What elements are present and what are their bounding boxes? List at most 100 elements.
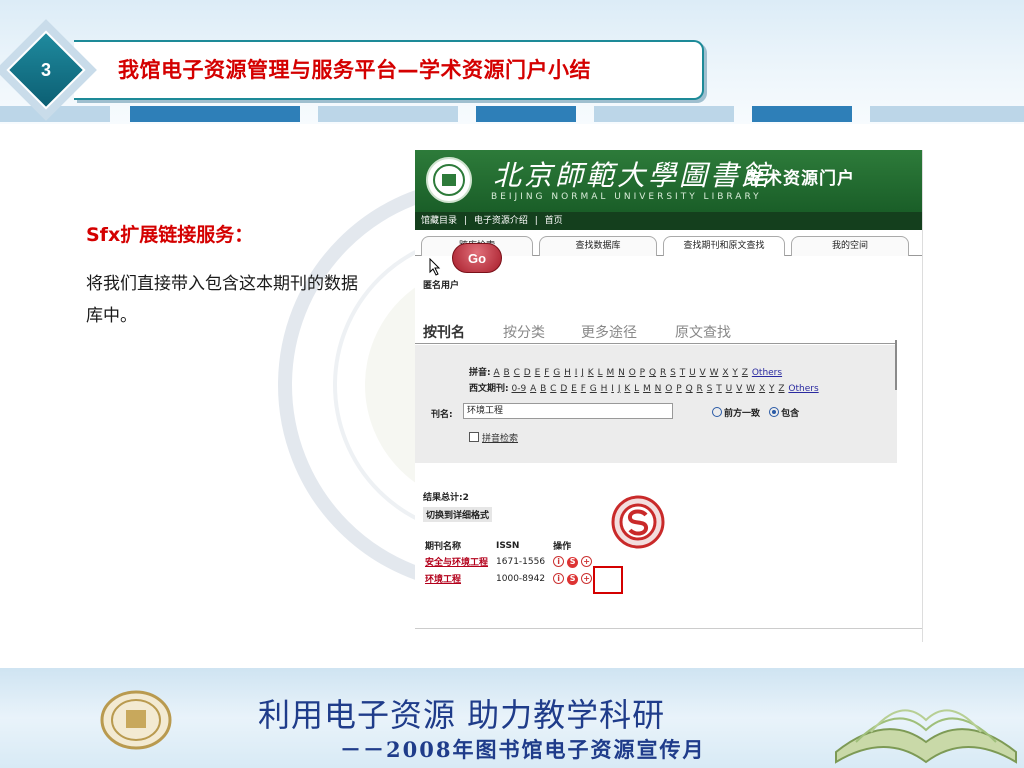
- letter-link[interactable]: O: [629, 368, 636, 378]
- subtab-more-ways[interactable]: 更多途径: [581, 322, 637, 342]
- letter-link[interactable]: O: [665, 384, 672, 394]
- letter-link[interactable]: S: [670, 368, 676, 378]
- letter-link[interactable]: Y: [732, 368, 738, 378]
- letter-link[interactable]: B: [504, 368, 510, 378]
- digits-link[interactable]: 0-9: [511, 384, 526, 394]
- nav-separator: |: [534, 216, 538, 226]
- letter-link[interactable]: V: [700, 368, 706, 378]
- switch-detail-button[interactable]: 切换到详细格式: [423, 507, 493, 522]
- western-index: 西文期刊: 0-9 A B C D E F G H I J K L M N O …: [469, 384, 819, 394]
- slide-number: 3: [40, 59, 51, 80]
- letter-link[interactable]: R: [660, 368, 666, 378]
- letter-link[interactable]: F: [581, 384, 586, 394]
- library-nav: 馆藏目录 | 电子资源介绍 | 首页: [415, 212, 922, 230]
- letter-link[interactable]: J: [618, 384, 621, 394]
- letter-link[interactable]: N: [655, 384, 662, 394]
- go-button[interactable]: Go: [452, 243, 502, 273]
- add-icon[interactable]: +: [581, 573, 593, 584]
- content-heading: Sfx扩展链接服务：: [86, 224, 254, 246]
- letter-link[interactable]: A: [530, 384, 536, 394]
- letter-link[interactable]: T: [680, 368, 686, 378]
- open-book-icon: [835, 709, 1017, 764]
- results-summary: 结果总计:2 切换到详细格式: [423, 490, 493, 522]
- letter-link[interactable]: N: [618, 368, 625, 378]
- search-subtabs: 按刊名 按分类 更多途径 原文查找: [415, 322, 922, 344]
- letter-link[interactable]: M: [643, 384, 651, 394]
- tab-find-database[interactable]: 查找数据库: [539, 236, 657, 256]
- letter-link[interactable]: G: [590, 384, 597, 394]
- letter-link[interactable]: H: [601, 384, 608, 394]
- letter-link[interactable]: X: [759, 384, 765, 394]
- others-link[interactable]: Others: [752, 368, 782, 378]
- search-panel: 拼音: A B C D E F G H I J K L M N O P Q R …: [415, 345, 897, 463]
- letter-link[interactable]: G: [553, 368, 560, 378]
- pinyin-search-option: 拼音检索: [469, 431, 518, 444]
- letter-link[interactable]: T: [716, 384, 722, 394]
- tab-my-space[interactable]: 我的空间: [791, 236, 909, 256]
- letter-link[interactable]: H: [564, 368, 571, 378]
- letter-link[interactable]: F: [544, 368, 549, 378]
- issn: 1671-1556: [496, 556, 546, 567]
- nav-e-resources[interactable]: 电子资源介绍: [474, 216, 528, 226]
- pinyin-search-checkbox[interactable]: [469, 432, 479, 442]
- result-total: 结果总计:2: [423, 493, 469, 503]
- portal-name: 学术资源门户: [747, 169, 855, 189]
- letter-link[interactable]: D: [560, 384, 567, 394]
- tab-find-journal[interactable]: 查找期刊和原文查找: [663, 236, 785, 256]
- letter-link[interactable]: P: [640, 368, 645, 378]
- letter-link[interactable]: M: [606, 368, 614, 378]
- subtab-by-category[interactable]: 按分类: [503, 322, 545, 342]
- letter-link[interactable]: E: [535, 368, 541, 378]
- letter-link[interactable]: K: [624, 384, 630, 394]
- title-input[interactable]: 环境工程: [463, 403, 673, 419]
- letter-link[interactable]: L: [598, 368, 603, 378]
- letter-link[interactable]: C: [550, 384, 556, 394]
- letter-link[interactable]: I: [575, 368, 578, 378]
- col-actions: 操作: [553, 542, 572, 552]
- letter-link[interactable]: E: [571, 384, 577, 394]
- radio-prefix[interactable]: [712, 407, 722, 417]
- letter-link[interactable]: W: [710, 368, 719, 378]
- col-issn: ISSN: [496, 540, 520, 551]
- sfx-icon[interactable]: S: [567, 557, 579, 568]
- subtab-fulltext[interactable]: 原文查找: [675, 322, 731, 342]
- letter-link[interactable]: J: [581, 368, 584, 378]
- letter-link[interactable]: B: [540, 384, 546, 394]
- letter-link[interactable]: V: [736, 384, 742, 394]
- letter-link[interactable]: L: [634, 384, 639, 394]
- letter-link[interactable]: R: [697, 384, 703, 394]
- nav-catalog[interactable]: 馆藏目录: [421, 216, 457, 226]
- letter-link[interactable]: K: [588, 368, 594, 378]
- pinyin-index: 拼音: A B C D E F G H I J K L M N O P Q R …: [469, 368, 783, 378]
- cut-off-section: [415, 628, 922, 642]
- connector-line: [895, 340, 897, 390]
- letter-link[interactable]: U: [726, 384, 733, 394]
- letter-link[interactable]: A: [493, 368, 499, 378]
- footer-slogan: 利用电子资源 助力教学科研: [258, 696, 666, 734]
- others-link[interactable]: Others: [788, 384, 818, 394]
- letter-link[interactable]: Q: [686, 384, 693, 394]
- letter-link[interactable]: S: [707, 384, 713, 394]
- info-icon[interactable]: i: [553, 556, 565, 567]
- letter-link[interactable]: Z: [778, 384, 784, 394]
- letter-link[interactable]: C: [514, 368, 520, 378]
- letter-link[interactable]: D: [524, 368, 531, 378]
- nav-home[interactable]: 首页: [545, 216, 563, 226]
- subtab-by-title[interactable]: 按刊名: [423, 322, 465, 342]
- journal-link[interactable]: 安全与环境工程: [423, 553, 494, 570]
- letter-link[interactable]: X: [722, 368, 728, 378]
- letter-link[interactable]: P: [676, 384, 681, 394]
- info-icon[interactable]: i: [553, 573, 565, 584]
- letter-link[interactable]: Y: [769, 384, 775, 394]
- journal-link[interactable]: 环境工程: [423, 570, 494, 587]
- letter-link[interactable]: U: [689, 368, 696, 378]
- match-options: 前方一致 包含: [712, 406, 799, 419]
- letter-link[interactable]: Z: [742, 368, 748, 378]
- radio-contains[interactable]: [769, 407, 780, 417]
- table-row: 环境工程 1000-8942 i S +: [423, 570, 601, 587]
- letter-link[interactable]: W: [746, 384, 755, 394]
- sfx-icon[interactable]: S: [567, 574, 579, 585]
- add-icon[interactable]: +: [581, 556, 593, 567]
- letter-link[interactable]: I: [611, 384, 614, 394]
- letter-link[interactable]: Q: [649, 368, 656, 378]
